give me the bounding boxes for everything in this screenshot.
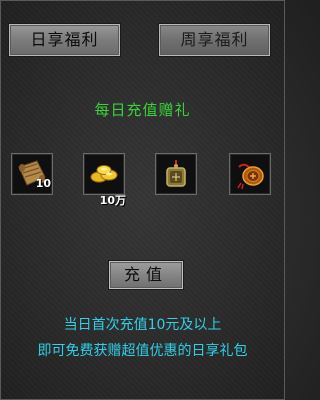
tab-weekly-benefits[interactable]: 周享福利 (158, 23, 271, 57)
description-line-2: 即可免费获赠超值优惠的日享礼包 (37, 343, 248, 359)
daily-recharge-gift-title: 每日充值赠礼 (94, 101, 191, 119)
reward-slot-medallion[interactable] (155, 153, 197, 195)
gold-ingots-icon (90, 165, 118, 183)
bronze-medallion-icon (166, 160, 186, 187)
reward-slot-scroll[interactable]: 10 (11, 153, 53, 195)
red-amulet-icon (237, 163, 264, 190)
daily-benefits-panel: 日享福利 周享福利 每日充值赠礼 10 10万 充值 当日首次充值10元及以上 … (0, 0, 285, 400)
reward-slot-gold[interactable]: 10万 (83, 153, 126, 207)
description-line-1: 当日首次充值10元及以上 (63, 317, 222, 333)
reward-quantity: 10万 (99, 194, 126, 207)
reward-slot-amulet[interactable] (229, 153, 271, 195)
recharge-button[interactable]: 充值 (108, 260, 184, 290)
reward-quantity: 10 (35, 177, 51, 190)
tab-daily-benefits[interactable]: 日享福利 (8, 23, 121, 57)
